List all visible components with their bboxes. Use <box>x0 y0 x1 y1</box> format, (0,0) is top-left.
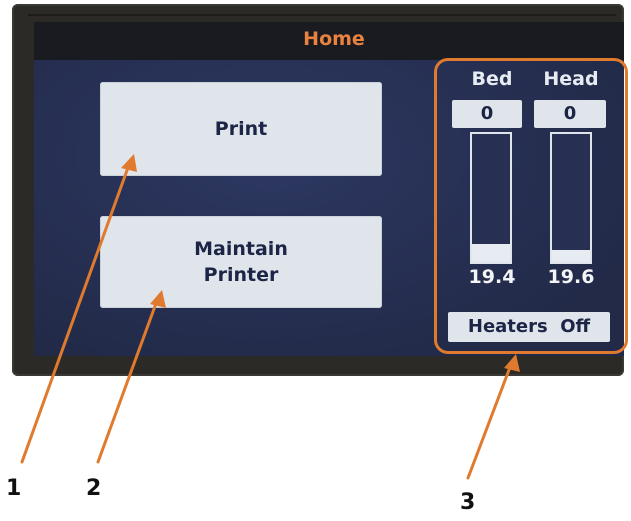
callout-number-3: 3 <box>460 490 476 515</box>
callout-arrows <box>20 154 520 480</box>
callout-arrow-2 <box>96 296 160 464</box>
callout-arrow-3 <box>466 360 514 480</box>
callout-arrowhead-3 <box>504 354 520 372</box>
callout-number-1: 1 <box>6 476 22 501</box>
callout-arrowhead-2 <box>150 290 166 308</box>
callout-number-2: 2 <box>86 476 102 501</box>
callout-arrowhead-1 <box>121 154 137 172</box>
